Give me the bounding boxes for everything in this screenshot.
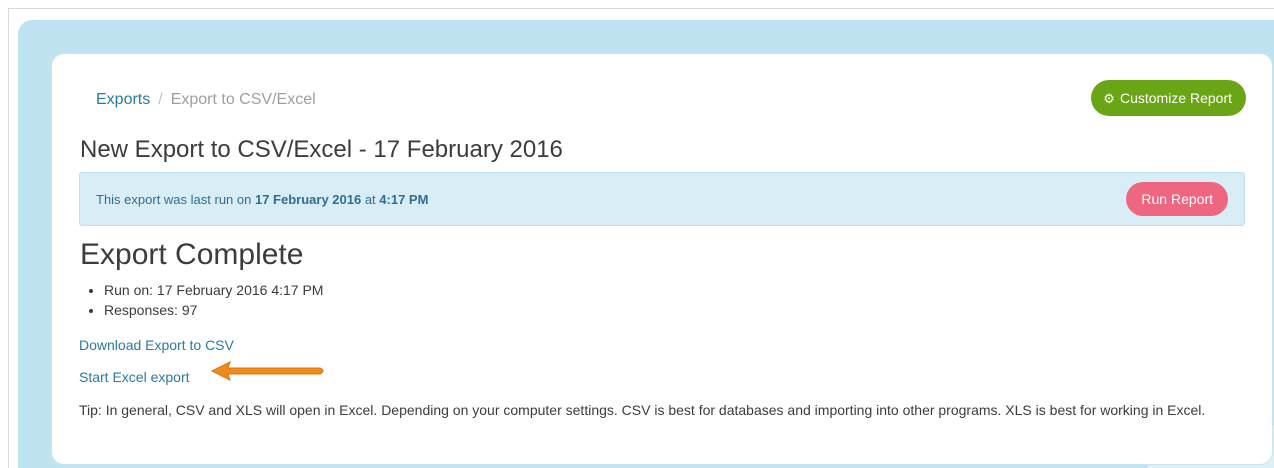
- page-background: Exports / Export to CSV/Excel ⚙ Customize …: [18, 20, 1274, 468]
- last-run-prefix: This export was last run on: [96, 192, 255, 207]
- breadcrumb-separator: /: [158, 91, 163, 108]
- start-excel-export-link[interactable]: Start Excel export: [79, 369, 190, 385]
- last-run-info-bar: This export was last run on 17 February …: [79, 172, 1245, 226]
- arrow-icon: [210, 361, 324, 381]
- last-run-text: This export was last run on 17 February …: [96, 192, 428, 207]
- last-run-middle: at: [361, 192, 380, 207]
- export-card: Exports / Export to CSV/Excel ⚙ Customize …: [52, 54, 1272, 464]
- breadcrumb: Exports / Export to CSV/Excel: [96, 91, 316, 109]
- tip-text: Tip: In general, CSV and XLS will open i…: [79, 402, 1206, 418]
- last-run-time: 4:17 PM: [379, 192, 429, 207]
- customize-report-label: Customize Report: [1119, 90, 1232, 106]
- breadcrumb-current: Export to CSV/Excel: [170, 91, 316, 108]
- breadcrumb-exports-link[interactable]: Exports: [96, 91, 150, 108]
- responses-detail: Responses: 97: [104, 300, 323, 320]
- customize-report-button[interactable]: ⚙ Customize Report: [1091, 80, 1246, 116]
- run-on-detail: Run on: 17 February 2016 4:17 PM: [104, 280, 323, 300]
- gear-icon: ⚙: [1103, 90, 1115, 106]
- page-title: New Export to CSV/Excel - 17 February 20…: [80, 136, 563, 163]
- export-complete-heading: Export Complete: [80, 238, 304, 271]
- export-details-list: Run on: 17 February 2016 4:17 PM Respons…: [81, 280, 323, 320]
- last-run-date: 17 February 2016: [254, 192, 362, 207]
- download-csv-link[interactable]: Download Export to CSV: [79, 337, 234, 353]
- run-report-button[interactable]: Run Report: [1126, 182, 1228, 216]
